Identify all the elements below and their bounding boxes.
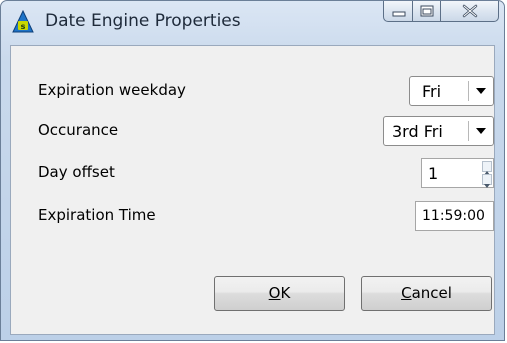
cancel-label: ancel: [411, 284, 452, 302]
spin-up-button[interactable]: [482, 161, 492, 175]
chevron-down-icon: [484, 184, 490, 188]
expiration-time-label: Expiration Time: [38, 206, 156, 224]
day-offset-value: 1: [428, 164, 439, 183]
occurance-label: Occurance: [38, 121, 119, 139]
cancel-mnemonic: C: [401, 284, 412, 302]
expiration-weekday-label: Expiration weekday: [38, 81, 186, 99]
close-icon: [462, 4, 478, 18]
svg-text:s: s: [21, 22, 26, 31]
expiration-weekday-select[interactable]: Fri: [409, 76, 494, 106]
title-bar[interactable]: s Date Engine Properties: [1, 1, 504, 43]
close-button[interactable]: [441, 1, 499, 22]
combo-separator: [468, 81, 469, 101]
app-icon: s: [12, 10, 34, 33]
spin-down-button[interactable]: [482, 174, 492, 188]
occurance-select[interactable]: 3rd Fri: [383, 116, 494, 146]
maximize-icon: [420, 5, 434, 17]
dialog-window: s Date Engine Properties Expiration week…: [0, 0, 505, 341]
combo-separator: [468, 121, 469, 141]
cancel-button[interactable]: Cancel: [361, 276, 492, 311]
window-title: Date Engine Properties: [45, 11, 241, 31]
day-offset-spinner[interactable]: 1: [421, 158, 494, 188]
caption-buttons: [383, 1, 499, 23]
ok-mnemonic: O: [268, 284, 281, 302]
dialog-body: Expiration weekday Fri Occurance 3rd Fri…: [10, 45, 495, 335]
ok-label: K: [280, 284, 291, 302]
occurance-value: 3rd Fri: [392, 122, 443, 141]
expiration-weekday-value: Fri: [422, 82, 442, 101]
chevron-down-icon: [476, 88, 486, 94]
minimize-button[interactable]: [383, 1, 413, 22]
day-offset-label: Day offset: [38, 163, 115, 181]
minimize-icon: [392, 11, 406, 17]
expiration-time-input[interactable]: 11:59:00: [415, 201, 494, 231]
maximize-button[interactable]: [413, 1, 441, 22]
ok-button[interactable]: OK: [214, 276, 345, 311]
chevron-down-icon: [476, 128, 486, 134]
